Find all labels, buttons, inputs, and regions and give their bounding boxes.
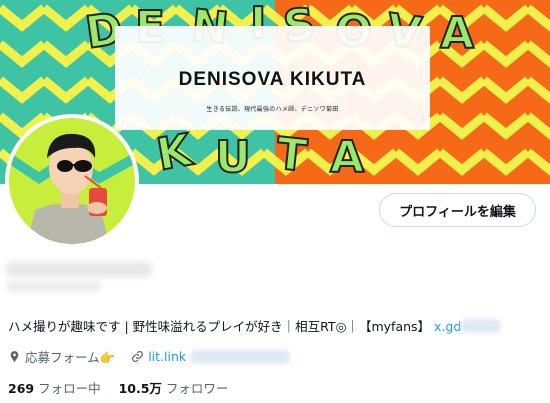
follow-stats: 269 フォロー中 10.5万 フォロワー	[8, 378, 242, 397]
svg-text:A: A	[330, 132, 364, 183]
following-count: 269	[8, 381, 35, 396]
banner-subtitle: 生きる伝説、現代最強のハメ師、デニソワ菊田	[206, 106, 339, 113]
svg-text:U: U	[215, 132, 251, 183]
profile-meta: 応募フォーム👉 lit.link	[8, 347, 306, 366]
edit-profile-button[interactable]: プロフィールを編集	[379, 193, 536, 227]
bio-link-redacted	[461, 319, 502, 333]
profile-bio: ハメ撮りが趣味です | 野性味溢れるプレイが好き｜相互RT◎｜【myfans】 …	[8, 316, 502, 335]
followers-count: 10.5万	[118, 381, 162, 396]
banner-title-card: DENISOVA KIKUTA 生きる伝説、現代最強のハメ師、デニソワ菊田	[115, 26, 430, 130]
banner-title: DENISOVA KIKUTA	[178, 69, 367, 90]
bio-link[interactable]: x.gd	[434, 319, 461, 334]
following-label: フォロー中	[38, 381, 101, 396]
website-item[interactable]: lit.link	[131, 349, 291, 364]
followers-stat[interactable]: 10.5万 フォロワー	[119, 381, 229, 396]
svg-text:A: A	[440, 8, 474, 59]
link-icon	[132, 351, 144, 362]
profile-avatar-illustration	[9, 118, 135, 244]
location-text: 応募フォーム👉	[25, 350, 116, 365]
followers-label: フォロワー	[165, 381, 229, 396]
svg-text:T: T	[274, 128, 309, 182]
bio-text: ハメ撮りが趣味です | 野性味溢れるプレイが好き｜相互RT◎｜【myfans】	[8, 319, 431, 334]
avatar[interactable]	[5, 114, 139, 248]
location-item: 応募フォーム👉	[8, 347, 115, 366]
display-name-redacted	[6, 260, 152, 296]
website-link[interactable]: lit.link	[148, 349, 186, 364]
website-link-redacted	[190, 349, 291, 364]
following-stat[interactable]: 269 フォロー中	[8, 381, 105, 396]
location-icon	[10, 351, 19, 362]
